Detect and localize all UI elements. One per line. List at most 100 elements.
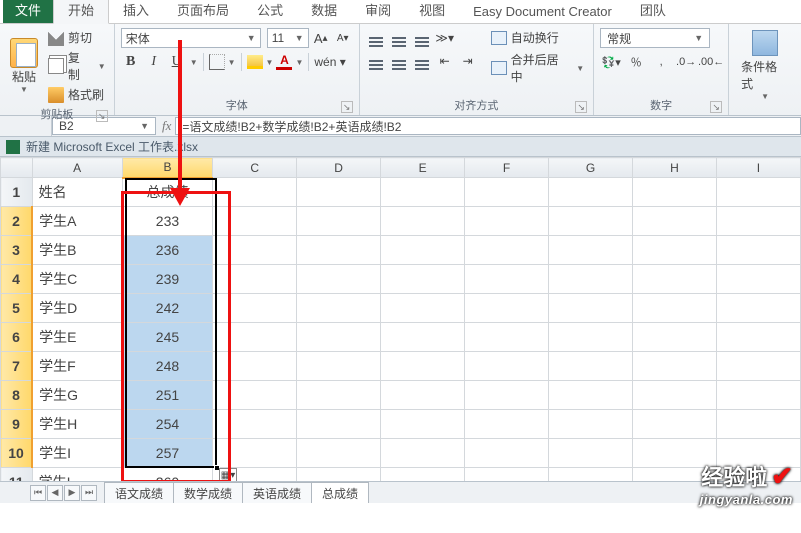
cell[interactable] (632, 294, 716, 323)
cell[interactable] (716, 352, 800, 381)
view-tab[interactable]: 视图 (405, 0, 459, 23)
cell[interactable] (213, 323, 297, 352)
number-format-dropdown[interactable]: 常规▼ (600, 28, 710, 48)
cell[interactable] (381, 265, 465, 294)
cell[interactable] (297, 323, 381, 352)
phonetic-button[interactable]: wén ▾ (314, 55, 345, 69)
cell[interactable] (381, 178, 465, 207)
cell[interactable] (381, 207, 465, 236)
col-header-B[interactable]: B (122, 158, 212, 178)
cell[interactable] (381, 236, 465, 265)
cell[interactable] (549, 381, 633, 410)
percent-button[interactable]: ％ (625, 52, 647, 72)
cell[interactable] (549, 439, 633, 468)
cell[interactable]: 学生I (32, 439, 122, 468)
cell[interactable]: 236 (122, 236, 212, 265)
cell[interactable] (465, 236, 549, 265)
cell[interactable] (297, 381, 381, 410)
increase-decimal-button[interactable]: .0→ (675, 52, 697, 72)
row-header[interactable]: 10 (1, 439, 33, 468)
bold-button[interactable]: B (121, 52, 141, 72)
row-header[interactable]: 3 (1, 236, 33, 265)
decrease-indent-button[interactable]: ⇤ (435, 51, 455, 71)
cut-button[interactable]: 剪切 (46, 28, 108, 47)
row-header[interactable]: 4 (1, 265, 33, 294)
align-top-button[interactable] (366, 28, 386, 48)
align-left-button[interactable] (366, 51, 386, 71)
cell[interactable] (632, 381, 716, 410)
cell[interactable]: 总成绩 (122, 178, 212, 207)
edc-tab[interactable]: Easy Document Creator (459, 0, 626, 23)
cell[interactable] (632, 410, 716, 439)
cell[interactable]: 239 (122, 265, 212, 294)
cell[interactable] (213, 178, 297, 207)
align-middle-button[interactable] (389, 28, 409, 48)
italic-button[interactable]: I (144, 52, 164, 72)
cell[interactable] (549, 178, 633, 207)
cell[interactable] (297, 410, 381, 439)
cell[interactable] (716, 439, 800, 468)
col-header-E[interactable]: E (381, 158, 465, 178)
cell[interactable] (213, 207, 297, 236)
cell[interactable] (465, 439, 549, 468)
cell[interactable] (549, 410, 633, 439)
table-row[interactable]: 3学生B236 (1, 236, 801, 265)
cell[interactable]: 254 (122, 410, 212, 439)
sheet-tab-4[interactable]: 总成绩 (311, 482, 369, 504)
row-header[interactable]: 1 (1, 178, 33, 207)
table-row[interactable]: 4学生C239 (1, 265, 801, 294)
paste-button[interactable]: 粘贴 ▼ (6, 28, 42, 104)
cell[interactable] (213, 265, 297, 294)
sheet-tab-1[interactable]: 语文成绩 (104, 482, 174, 504)
cell[interactable]: 学生H (32, 410, 122, 439)
cell[interactable]: 学生G (32, 381, 122, 410)
increase-font-button[interactable]: A▴ (311, 28, 331, 48)
cell[interactable] (465, 265, 549, 294)
cell[interactable] (381, 352, 465, 381)
cell[interactable] (632, 178, 716, 207)
cell[interactable]: 学生B (32, 236, 122, 265)
cell[interactable] (297, 207, 381, 236)
cell[interactable] (632, 265, 716, 294)
table-row[interactable]: 5学生D242 (1, 294, 801, 323)
table-row[interactable]: 2学生A233 (1, 207, 801, 236)
cell[interactable] (213, 439, 297, 468)
table-row[interactable]: 6学生E245 (1, 323, 801, 352)
underline-button[interactable]: U (167, 52, 187, 72)
row-header[interactable]: 5 (1, 294, 33, 323)
cell[interactable] (632, 236, 716, 265)
cell[interactable] (381, 381, 465, 410)
cell[interactable]: 248 (122, 352, 212, 381)
select-all-corner[interactable] (1, 158, 33, 178)
cell[interactable] (465, 323, 549, 352)
cell[interactable]: 学生E (32, 323, 122, 352)
font-size-dropdown[interactable]: 11▼ (267, 28, 309, 48)
sheet-nav-prev[interactable]: ◀ (47, 485, 63, 501)
table-row[interactable]: 8学生G251 (1, 381, 801, 410)
table-row[interactable]: 7学生F248 (1, 352, 801, 381)
cell[interactable] (716, 294, 800, 323)
number-launcher[interactable]: ↘ (710, 101, 722, 113)
insert-tab[interactable]: 插入 (109, 0, 163, 23)
row-header[interactable]: 8 (1, 381, 33, 410)
formula-bar[interactable]: =语文成绩!B2+数学成绩!B2+英语成绩!B2 (175, 117, 801, 135)
clipboard-launcher[interactable]: ↘ (96, 110, 108, 122)
col-header-I[interactable]: I (716, 158, 800, 178)
formulas-tab[interactable]: 公式 (243, 0, 297, 23)
cell[interactable] (465, 178, 549, 207)
cell[interactable] (716, 236, 800, 265)
cell[interactable] (716, 410, 800, 439)
wrap-text-button[interactable]: 自动换行 (488, 28, 587, 47)
cell[interactable] (549, 236, 633, 265)
cell[interactable] (297, 265, 381, 294)
cell[interactable]: 242 (122, 294, 212, 323)
cell[interactable] (213, 410, 297, 439)
spreadsheet-grid[interactable]: A B C D E F G H I 1姓名总成绩2学生A2333学生B2364学… (0, 157, 801, 497)
cell[interactable] (465, 207, 549, 236)
cell[interactable] (465, 352, 549, 381)
cell[interactable] (297, 178, 381, 207)
cell[interactable] (632, 439, 716, 468)
cell[interactable]: 姓名 (32, 178, 122, 207)
accounting-button[interactable]: 💱▾ (600, 52, 622, 72)
data-tab[interactable]: 数据 (297, 0, 351, 23)
